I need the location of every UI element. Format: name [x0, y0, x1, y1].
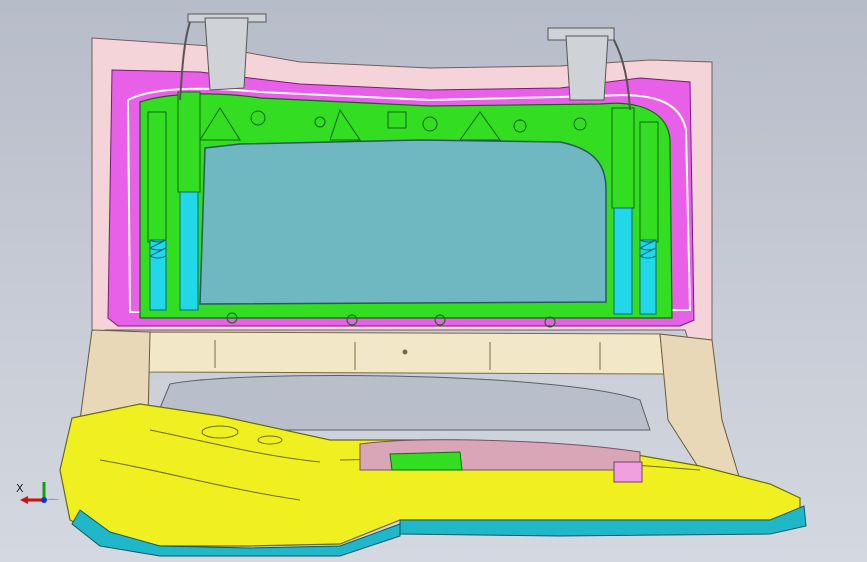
coordinate-triad	[20, 482, 60, 504]
rear-glass	[199, 139, 607, 305]
cad-model-scene[interactable]	[0, 0, 867, 562]
cad-3d-viewport[interactable]: X	[0, 0, 867, 562]
green-trim-strip	[389, 451, 463, 471]
right-pillar	[659, 333, 741, 481]
x-axis-label: X	[16, 482, 24, 495]
pink-bracket	[613, 461, 643, 483]
